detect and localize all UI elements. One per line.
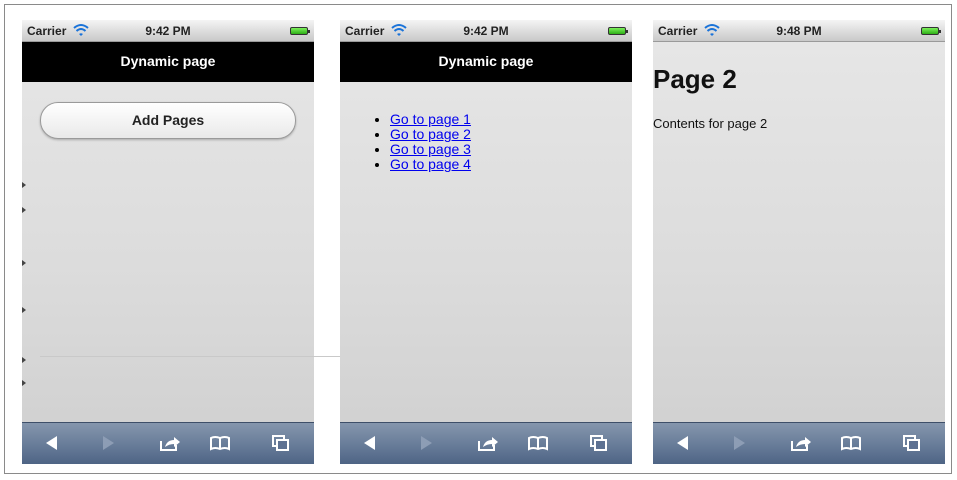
share-icon[interactable] <box>790 434 812 452</box>
clock: 9:48 PM <box>776 24 822 38</box>
tabs-icon[interactable] <box>902 434 922 452</box>
tabs-icon[interactable] <box>271 434 291 452</box>
list-item: Go to page 2 <box>390 127 471 142</box>
back-icon[interactable] <box>43 434 59 452</box>
list-item: Go to page 4 <box>390 157 471 172</box>
status-bar: Carrier 9:42 PM <box>340 20 632 42</box>
transition-artifact <box>22 207 26 213</box>
phone-screen-1: Carrier 9:42 PM Dynamic page Add Pages <box>22 20 314 464</box>
browser-toolbar <box>653 422 945 464</box>
clock: 9:42 PM <box>145 24 191 38</box>
page-link-list: Go to page 1 Go to page 2 Go to page 3 G… <box>360 112 471 172</box>
share-icon[interactable] <box>159 434 181 452</box>
share-icon[interactable] <box>477 434 499 452</box>
forward-icon[interactable] <box>419 434 435 452</box>
page-heading: Page 2 <box>653 64 737 94</box>
list-item: Go to page 1 <box>390 112 471 127</box>
bookmarks-icon[interactable] <box>209 434 231 452</box>
forward-icon[interactable] <box>101 434 117 452</box>
bookmarks-icon[interactable] <box>840 434 862 452</box>
transition-artifact <box>22 380 26 386</box>
transition-artifact <box>22 357 26 363</box>
tabs-icon[interactable] <box>589 434 609 452</box>
page-title-bar: Dynamic page <box>22 42 314 82</box>
battery-icon <box>608 27 628 35</box>
add-pages-button[interactable]: Add Pages <box>40 102 296 139</box>
transition-line <box>40 356 340 357</box>
transition-artifact <box>22 182 26 188</box>
status-bar: Carrier 9:42 PM <box>22 20 314 42</box>
forward-icon[interactable] <box>732 434 748 452</box>
status-bar: Carrier 9:48 PM <box>653 20 945 42</box>
page-link[interactable]: Go to page 3 <box>390 141 471 157</box>
back-icon[interactable] <box>361 434 377 452</box>
phone-screen-3: Carrier 9:48 PM Page 2 Contents for page… <box>653 20 945 464</box>
page-link[interactable]: Go to page 2 <box>390 126 471 142</box>
page-link[interactable]: Go to page 1 <box>390 111 471 127</box>
battery-icon <box>921 27 941 35</box>
transition-artifact <box>22 307 26 313</box>
bookmarks-icon[interactable] <box>527 434 549 452</box>
browser-toolbar <box>340 422 632 464</box>
page-contents: Contents for page 2 <box>653 116 768 131</box>
back-icon[interactable] <box>674 434 690 452</box>
page-link[interactable]: Go to page 4 <box>390 156 471 172</box>
battery-icon <box>290 27 310 35</box>
page-title-bar: Dynamic page <box>340 42 632 82</box>
clock: 9:42 PM <box>463 24 509 38</box>
transition-artifact <box>22 260 26 266</box>
browser-toolbar <box>22 422 314 464</box>
list-item: Go to page 3 <box>390 142 471 157</box>
phone-screen-2: Carrier 9:42 PM Dynamic page Go to page … <box>340 20 632 464</box>
